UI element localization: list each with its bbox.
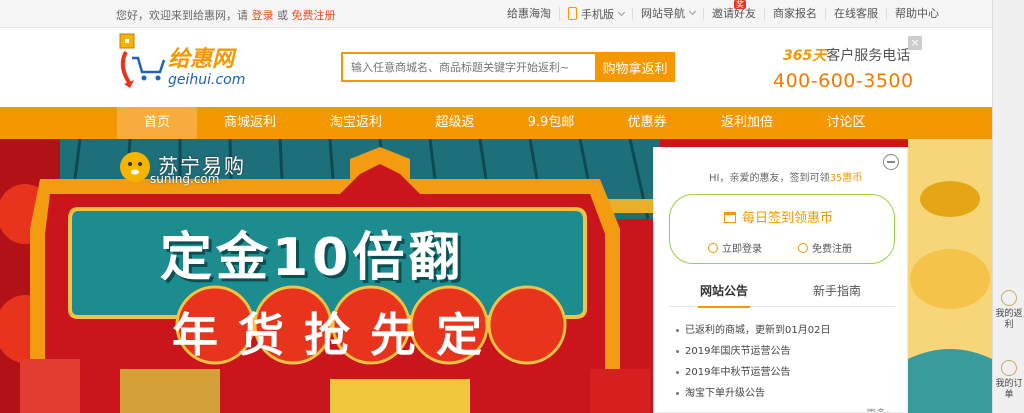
phone-icon xyxy=(568,6,577,20)
lion-icon xyxy=(120,152,150,182)
chevron-down-icon xyxy=(688,7,697,15)
close-icon[interactable]: × xyxy=(908,36,922,50)
panel-tabs: 网站公告 新手指南 xyxy=(669,278,895,308)
search-button[interactable]: 购物拿返利 xyxy=(595,52,675,82)
register-label: 免费注册 xyxy=(812,244,852,255)
nav-double-rebate[interactable]: 返利加倍 xyxy=(707,107,787,139)
nav-home[interactable]: 首页 xyxy=(117,107,197,139)
my-rebate-button[interactable]: 我的返利 xyxy=(995,290,1023,331)
panel-greeting: HI，亲爱的惠友，签到可领35惠币 xyxy=(709,169,862,184)
banner-slogan: 年货抢先定 xyxy=(172,308,502,362)
service-days: 365天 xyxy=(783,48,827,64)
service-link[interactable]: 在线客服 xyxy=(825,7,886,20)
register-link[interactable]: 免费注册 xyxy=(292,9,336,22)
site-logo[interactable]: 给惠网 geihui.com xyxy=(116,30,281,92)
my-orders-button[interactable]: 我的订单 xyxy=(995,360,1023,401)
top-nav: 给惠海淘 手机版 网站导航 邀请好友奖 商家报名 在线客服 帮助中心 xyxy=(507,0,947,27)
nav-taobao-rebate[interactable]: 淘宝返利 xyxy=(316,107,396,139)
tab-notices[interactable]: 网站公告 xyxy=(697,282,751,308)
logo-en: geihui.com xyxy=(168,72,245,88)
calendar-icon xyxy=(724,212,736,223)
or-text: 或 xyxy=(277,9,288,22)
search-input[interactable] xyxy=(343,54,599,80)
daily-signin-button[interactable]: 每日签到领惠币 xyxy=(724,207,833,226)
top-bar: 您好，欢迎来到给惠网，请 登录 或 免费注册 给惠海淘 手机版 网站导航 邀请好… xyxy=(0,0,992,28)
signin-box: 每日签到领惠币 立即登录 免费注册 xyxy=(669,194,895,264)
collapse-icon[interactable] xyxy=(883,154,899,170)
list-item[interactable]: 2019年国庆节运营公告 xyxy=(676,341,830,362)
my-orders-label: 我的订单 xyxy=(995,379,1023,400)
login-button[interactable]: 立即登录 xyxy=(708,240,762,255)
notice-list: 已返利的商城，更新到01月02日 2019年国庆节运营公告 2019年中秋节运营… xyxy=(676,320,830,404)
right-toolbar: 我的返利 我的订单 xyxy=(992,0,1024,413)
user-panel: HI，亲爱的惠友，签到可领35惠币 每日签到领惠币 立即登录 免费注册 网站公告… xyxy=(653,147,908,413)
user-add-icon xyxy=(798,243,808,253)
login-label: 立即登录 xyxy=(722,244,762,255)
service-text: 客户服务电话 xyxy=(826,48,911,64)
service-label: 365天客户服务电话 xyxy=(783,45,910,65)
user-icon xyxy=(708,243,718,253)
service-phone: 400-600-3500 xyxy=(773,70,914,92)
banner-headline: 定金10倍翻 xyxy=(160,228,465,288)
list-item[interactable]: 2019年中秋节运营公告 xyxy=(676,362,830,383)
list-item[interactable]: 已返利的商城，更新到01月02日 xyxy=(676,320,830,341)
signin-label: 每日签到领惠币 xyxy=(742,211,834,226)
greeting-text: 您好，欢迎来到给惠网，请 xyxy=(116,9,248,22)
hi-text: HI，亲爱的惠友，签到可领 xyxy=(709,173,830,184)
my-rebate-label: 我的返利 xyxy=(995,309,1023,330)
help-link[interactable]: 帮助中心 xyxy=(886,7,947,20)
nav-mall-rebate[interactable]: 商城返利 xyxy=(210,107,290,139)
mobile-label: 手机版 xyxy=(581,7,614,21)
merchant-link[interactable]: 商家报名 xyxy=(764,7,825,20)
yen-icon xyxy=(1001,290,1017,306)
coin-amount: 35惠币 xyxy=(829,173,863,184)
tab-guide[interactable]: 新手指南 xyxy=(813,282,861,299)
sitenav-label: 网站导航 xyxy=(641,6,685,20)
register-button[interactable]: 免费注册 xyxy=(798,240,852,255)
sitenav-link[interactable]: 网站导航 xyxy=(632,6,703,20)
invite-link[interactable]: 邀请好友奖 xyxy=(703,0,764,20)
nav-coupons[interactable]: 优惠券 xyxy=(607,107,687,139)
brand-en: suning.com xyxy=(150,172,220,186)
mobile-link[interactable]: 手机版 xyxy=(559,6,632,21)
login-link[interactable]: 登录 xyxy=(252,9,274,22)
haitao-link[interactable]: 给惠海淘 xyxy=(507,7,559,20)
logo-cn: 给惠网 xyxy=(168,47,237,72)
main-nav: 首页 商城返利 淘宝返利 超级返 9.9包邮 优惠券 返利加倍 讨论区 xyxy=(0,107,992,139)
logo-graphic: 给惠网 geihui.com xyxy=(119,33,245,88)
reward-badge: 奖 xyxy=(734,0,746,9)
list-item[interactable]: 淘宝下单升级公告 xyxy=(676,383,830,404)
more-link[interactable]: 更多> xyxy=(866,405,894,412)
greeting: 您好，欢迎来到给惠网，请 登录 或 免费注册 xyxy=(116,7,336,23)
nav-forum[interactable]: 讨论区 xyxy=(806,107,886,139)
search-box xyxy=(341,52,599,82)
chevron-down-icon xyxy=(617,8,626,16)
nav-super-rebate[interactable]: 超级返 xyxy=(415,107,495,139)
orders-icon xyxy=(1001,360,1017,376)
service-hotline: 365天客户服务电话 400-600-3500 xyxy=(768,45,918,95)
nav-free-shipping[interactable]: 9.9包邮 xyxy=(511,107,591,139)
